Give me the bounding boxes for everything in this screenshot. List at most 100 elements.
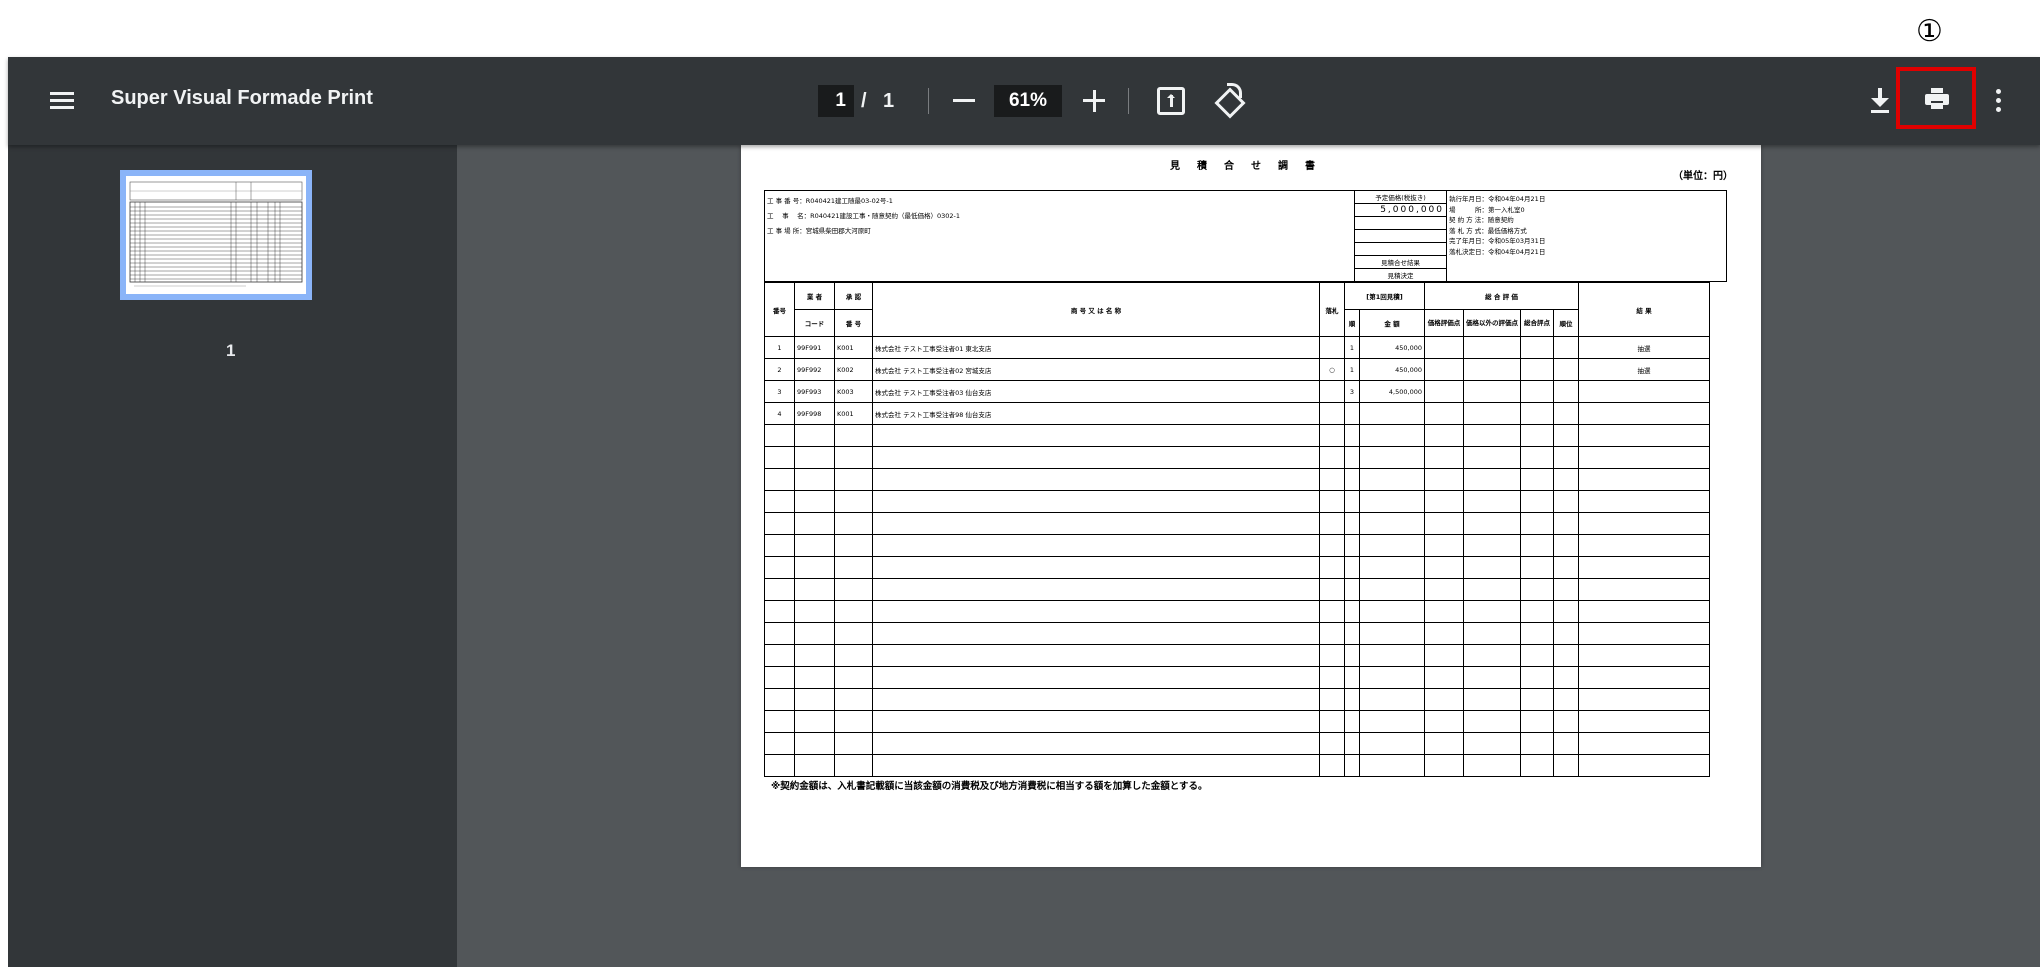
document-title: Super Visual Formade Print bbox=[111, 87, 373, 109]
page-total: 1 bbox=[883, 90, 895, 112]
table-cell bbox=[1319, 512, 1345, 535]
page-number-input[interactable]: 1 bbox=[818, 85, 854, 117]
table-cell bbox=[1553, 534, 1579, 557]
print-icon bbox=[1925, 88, 1949, 110]
table-cell bbox=[764, 578, 795, 601]
table-cell bbox=[764, 512, 795, 535]
table-cell bbox=[834, 578, 873, 601]
table-cell bbox=[1520, 402, 1554, 425]
col-approval-bottom: 番 号 bbox=[834, 309, 873, 337]
table-cell bbox=[1520, 490, 1554, 513]
zoom-input[interactable]: 61% bbox=[994, 85, 1062, 117]
bid-table: 番号 業 者 承 認 商 号 又 は 名 称 落札 [第1回見積] 総 合 評 … bbox=[764, 282, 1710, 777]
table-cell bbox=[1463, 556, 1521, 579]
table-cell bbox=[764, 754, 795, 777]
table-cell: 2 bbox=[764, 358, 795, 381]
zoom-in-icon[interactable] bbox=[1079, 82, 1109, 118]
table-cell bbox=[1424, 424, 1464, 447]
table-cell bbox=[834, 490, 873, 513]
table-cell bbox=[1578, 402, 1710, 425]
table-cell bbox=[1424, 468, 1464, 491]
fit-page-icon[interactable] bbox=[1157, 87, 1185, 115]
table-cell bbox=[1553, 644, 1579, 667]
table-cell bbox=[1520, 424, 1554, 447]
table-cell bbox=[872, 754, 1320, 777]
table-cell bbox=[1578, 644, 1710, 667]
print-button[interactable] bbox=[1896, 67, 1976, 129]
col-code-bottom: コード bbox=[794, 309, 835, 337]
zoom-out-icon[interactable] bbox=[950, 82, 980, 118]
table-cell bbox=[1359, 732, 1425, 755]
rotate-icon[interactable] bbox=[1211, 83, 1245, 117]
table-cell bbox=[834, 534, 873, 557]
header-blank bbox=[1354, 216, 1447, 230]
table-cell bbox=[1424, 446, 1464, 469]
toolbar-divider bbox=[1128, 88, 1129, 114]
page-thumbnail[interactable] bbox=[120, 170, 312, 300]
table-cell bbox=[764, 424, 795, 447]
table-cell bbox=[834, 710, 873, 733]
table-cell bbox=[1578, 424, 1710, 447]
bid-rows: 1 99F991 K001 株式会社 テスト工事受注者01 東北支店 1 450,000 抽… bbox=[764, 336, 1710, 777]
table-cell bbox=[1578, 512, 1710, 535]
toolbar-divider bbox=[928, 88, 929, 114]
table-cell bbox=[764, 644, 795, 667]
col-name: 商 号 又 は 名 称 bbox=[872, 282, 1320, 337]
empty-row bbox=[764, 424, 1710, 447]
empty-row bbox=[764, 446, 1710, 469]
table-cell bbox=[794, 578, 835, 601]
table-cell bbox=[1319, 336, 1345, 359]
table-cell: K001 bbox=[834, 402, 873, 425]
menu-icon[interactable] bbox=[44, 83, 80, 119]
project-info: 工 事 番 号：R040421建工随最03-02号-1 工 事 名：R04042… bbox=[764, 190, 1355, 282]
table-cell bbox=[1319, 402, 1345, 425]
table-cell bbox=[1520, 468, 1554, 491]
table-cell bbox=[764, 666, 795, 689]
table-cell bbox=[1463, 358, 1521, 381]
more-vert-icon[interactable] bbox=[1993, 85, 2005, 117]
viewer-toolbar: Super Visual Formade Print 1 / 1 61% bbox=[8, 57, 2040, 145]
table-cell bbox=[1463, 534, 1521, 557]
col-amount: 金 額 bbox=[1359, 309, 1425, 337]
table-cell bbox=[794, 446, 835, 469]
table-cell bbox=[794, 534, 835, 557]
table-cell bbox=[1520, 358, 1554, 381]
table-cell: 3 bbox=[764, 380, 795, 403]
table-cell bbox=[1424, 336, 1464, 359]
table-cell bbox=[794, 600, 835, 623]
table-cell bbox=[1319, 490, 1345, 513]
empty-row bbox=[764, 710, 1710, 733]
col-round: [第1回見積] bbox=[1344, 282, 1425, 310]
table-cell bbox=[794, 732, 835, 755]
table-cell bbox=[794, 622, 835, 645]
table-cell bbox=[1520, 622, 1554, 645]
table-cell bbox=[1319, 578, 1345, 601]
empty-row bbox=[764, 556, 1710, 579]
thumbnail-page-label: 1 bbox=[226, 341, 236, 360]
table-cell bbox=[872, 446, 1320, 469]
table-cell: 3 bbox=[1344, 380, 1360, 403]
table-cell bbox=[1359, 622, 1425, 645]
download-icon[interactable] bbox=[1866, 85, 1894, 117]
page-separator: / bbox=[861, 90, 867, 112]
empty-row bbox=[764, 688, 1710, 711]
table-cell bbox=[1520, 754, 1554, 777]
table-cell bbox=[1553, 424, 1579, 447]
table-row: 1 99F991 K001 株式会社 テスト工事受注者01 東北支店 1 450,000 抽… bbox=[764, 336, 1710, 359]
table-cell bbox=[764, 556, 795, 579]
table-cell bbox=[1553, 402, 1579, 425]
table-cell bbox=[1578, 468, 1710, 491]
table-cell bbox=[1520, 380, 1554, 403]
table-cell bbox=[794, 468, 835, 491]
table-row: 4 99F998 K001 株式会社 テスト工事受注者98 仙台支店 bbox=[764, 402, 1710, 425]
table-cell bbox=[1463, 754, 1521, 777]
step-marker: ① bbox=[1916, 14, 1943, 49]
empty-row bbox=[764, 644, 1710, 667]
table-cell: 抽選 bbox=[1578, 336, 1710, 359]
table-cell bbox=[764, 490, 795, 513]
table-cell bbox=[1359, 644, 1425, 667]
pdf-page: 見積合せ調書 （単位：円） 工 事 番 号：R040421建工随最03-02号-… bbox=[741, 145, 1761, 867]
table-cell bbox=[1553, 688, 1579, 711]
table-cell bbox=[834, 512, 873, 535]
pdf-viewer: Super Visual Formade Print 1 / 1 61% 1 見… bbox=[8, 57, 2040, 967]
